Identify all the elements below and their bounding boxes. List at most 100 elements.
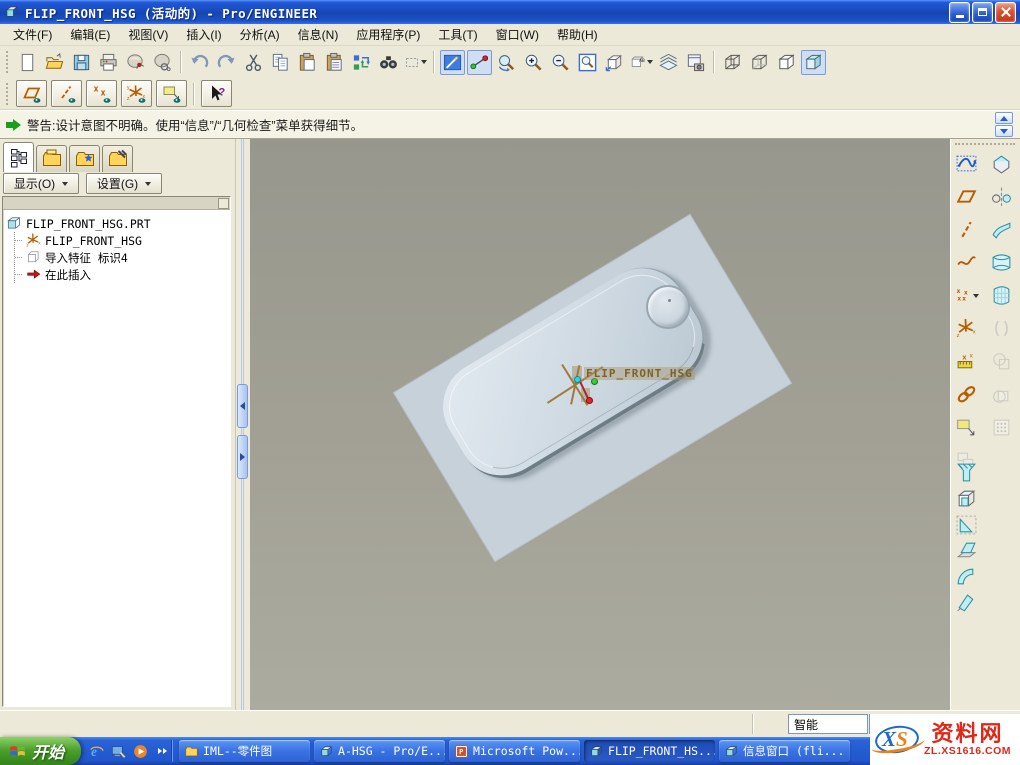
menu-item[interactable]: 工具(T) [429,24,486,45]
round-button[interactable] [953,563,980,590]
boundary-blend-button[interactable] [988,249,1015,276]
zoom-out-button[interactable] [548,50,573,75]
saved-views-button[interactable] [602,50,627,75]
menu-item[interactable]: 分析(A) [231,24,289,45]
paste-special-button[interactable] [322,50,347,75]
menu-item[interactable]: 信息(N) [289,24,348,45]
message-scroll-up-button[interactable] [995,112,1013,124]
favorites-tab[interactable] [69,145,100,172]
dropdown-arrow-icon[interactable] [973,294,979,298]
sweep-button[interactable] [988,216,1015,243]
reorient-button[interactable] [494,50,519,75]
menu-item[interactable]: 编辑(E) [61,24,119,45]
menu-item[interactable]: 文件(F) [4,24,61,45]
select-box-button[interactable] [403,50,428,75]
rib-button[interactable] [953,511,980,538]
cube-wireframe-button[interactable] [720,50,745,75]
layer-tab[interactable] [36,145,67,172]
expand-panel-button[interactable] [237,435,248,479]
selection-filter-combobox[interactable]: 智能 [788,714,868,734]
measure-button[interactable]: xx [953,348,980,375]
datum-plane-button[interactable] [953,183,980,210]
tree-item[interactable]: 在此插入 [15,266,228,283]
datum-plane-display-button[interactable] [16,80,47,107]
title-bar[interactable]: FLIP_FRONT_HSG (活动的) - Pro/ENGINEER [0,0,1020,24]
redo-button[interactable] [214,50,239,75]
regenerate-button[interactable] [349,50,374,75]
menu-item[interactable]: 视图(V) [119,24,177,45]
tree-item[interactable]: xzFLIP_FRONT_HSG [15,232,228,249]
shell-button[interactable] [953,485,980,512]
history-tab[interactable] [102,145,133,172]
dropdown-arrow-icon[interactable] [421,60,427,64]
view-setting-button[interactable]: AB [629,50,654,75]
menu-item[interactable]: 窗口(W) [487,24,548,45]
taskbar-task-button[interactable]: PMicrosoft Pow... [449,740,580,762]
note-button[interactable] [953,414,980,441]
undo-button[interactable] [187,50,212,75]
sketcher-display-button[interactable] [440,50,465,75]
link-button[interactable] [953,381,980,408]
restore-button[interactable] [972,2,993,23]
tree-item[interactable]: 导入特征 标识4 [15,249,228,266]
copy-button[interactable] [268,50,293,75]
print-button[interactable] [96,50,121,75]
new-file-button[interactable] [15,50,40,75]
minimize-button[interactable] [949,2,970,23]
context-help-button[interactable]: ? [201,80,232,107]
send-email-button[interactable] [123,50,148,75]
tree-header-box[interactable] [218,198,229,209]
model-tree-tab[interactable] [3,142,34,172]
tree-item[interactable]: FLIP_FRONT_HSG.PRT [6,215,228,232]
collapse-panel-button[interactable] [237,384,248,428]
cube-no-hidden-button[interactable] [774,50,799,75]
media-player-quick-launch-button[interactable] [132,743,149,760]
datum-axis-button[interactable] [953,216,980,243]
graphics-viewport[interactable]: FLIP_FRONT_HSG [250,139,950,710]
settings-dropdown-button[interactable]: 设置(G) [86,173,162,194]
taskbar-task-button[interactable]: IML--零件图 [179,740,310,762]
spin-center-button[interactable] [467,50,492,75]
refit-button[interactable] [575,50,600,75]
close-button[interactable] [995,2,1016,23]
toolbar-grip[interactable] [6,51,10,73]
erase-display-button[interactable] [150,50,175,75]
fill-button[interactable] [988,282,1015,309]
chamfer-button[interactable] [953,589,980,616]
cube-shaded-button[interactable] [801,50,826,75]
menu-item[interactable]: 应用程序(P) [347,24,429,45]
taskbar-task-button[interactable]: A-HSG - Pro/E... [314,740,445,762]
ie-quick-launch-button[interactable]: e [88,743,105,760]
style-tool-button[interactable] [953,150,980,177]
message-scroll-down-button[interactable] [995,125,1013,137]
quick-launch-overflow-chevron[interactable] [158,748,167,754]
model-circular-feature[interactable] [646,285,690,329]
start-button[interactable]: 开始 [0,737,81,765]
datum-curve-button[interactable] [953,249,980,276]
datum-point-display-button[interactable]: xx [86,80,117,107]
csys-button[interactable]: xz [953,315,980,342]
taskbar-task-button[interactable]: FLIP_FRONT_HS... [584,740,715,762]
find-button[interactable] [376,50,401,75]
taskbar-task-button[interactable]: 信息窗口 (fli... [719,740,850,762]
toolbar-grip[interactable] [6,83,10,105]
open-file-button[interactable] [42,50,67,75]
menu-item[interactable]: 插入(I) [177,24,230,45]
extrude-button[interactable] [988,150,1015,177]
datum-axis-display-button[interactable] [51,80,82,107]
mirror-button[interactable] [988,183,1015,210]
csys-display-button[interactable]: yzx [121,80,152,107]
zoom-in-button[interactable] [521,50,546,75]
view-manager-button[interactable] [683,50,708,75]
cut-button[interactable] [241,50,266,75]
save-button[interactable] [69,50,94,75]
annotation-display-button[interactable] [156,80,187,107]
cube-hidden-line-button[interactable] [747,50,772,75]
panel-splitter[interactable] [236,139,250,710]
layers-button[interactable] [656,50,681,75]
menu-item[interactable]: 帮助(H) [548,24,607,45]
draft-button[interactable] [953,537,980,564]
paste-button[interactable] [295,50,320,75]
dropdown-arrow-icon[interactable] [647,60,653,64]
show-desktop-quick-launch-button[interactable] [110,743,127,760]
